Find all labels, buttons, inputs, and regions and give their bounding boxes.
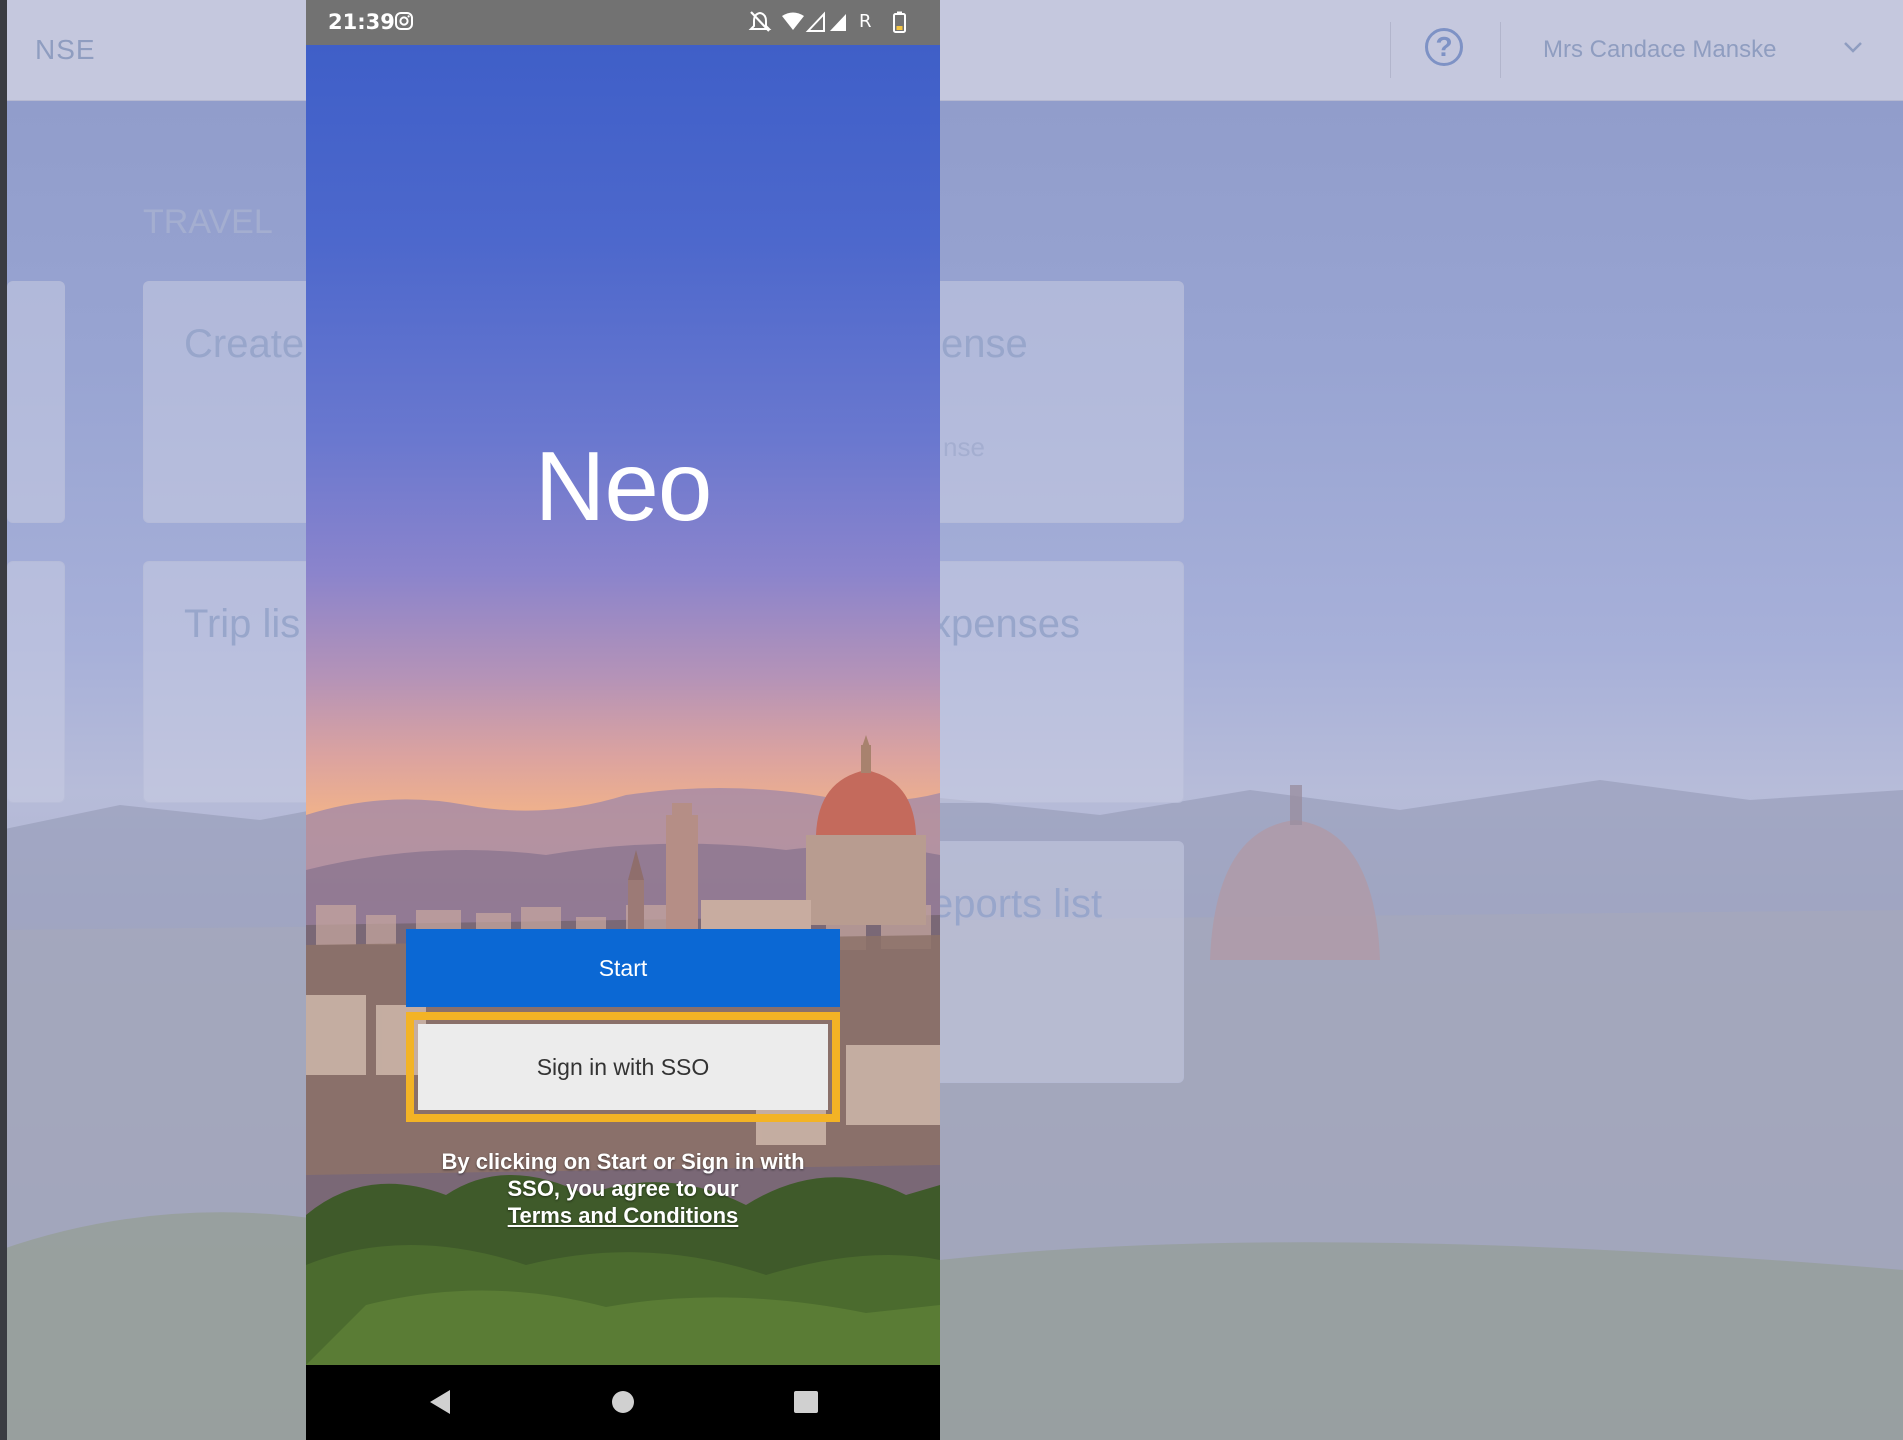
card-subtitle: nse [943,432,985,462]
user-name[interactable]: Mrs Candace Manske [1543,36,1776,64]
dashboard-card[interactable] [7,281,65,523]
start-button[interactable]: Start [406,929,840,1007]
card-title: ense [941,322,1028,366]
status-bar: 21:39 R [306,0,940,45]
status-icons [748,11,906,33]
start-button-label: Start [598,954,648,981]
app-title: Neo [534,431,713,541]
card-title: Create [184,322,305,366]
roaming-indicator: R [859,11,872,32]
section-title: TRAVEL [143,203,273,241]
window-edge [0,0,7,1440]
background-header: NSE ? Mrs Candace Manske [7,0,1903,101]
background-dashboard: NSE ? Mrs Candace Manske TRAVEL Create T… [0,0,1903,1440]
chevron-down-icon[interactable] [1843,40,1863,54]
instagram-icon [395,12,413,30]
card-title: xpenses [931,602,1080,646]
status-time: 21:39 [328,10,395,34]
terms-text: By clicking on Start or Sign in with SSO… [441,1149,805,1201]
recents-icon[interactable] [792,1387,820,1417]
terms-link[interactable]: Terms and Conditions [416,1202,830,1229]
wifi-icon [782,12,804,30]
terms-notice: By clicking on Start or Sign in with SSO… [416,1148,830,1229]
sso-button-label: Sign in with SSO [536,1053,710,1080]
header-divider [1500,22,1501,78]
signal-icon [805,11,846,32]
back-icon[interactable] [426,1387,454,1417]
card-title: Trip lis [184,602,301,646]
brand-text: NSE [35,34,96,65]
sign-in-sso-button[interactable]: Sign in with SSO [418,1024,828,1110]
navigation-bar [306,1365,940,1440]
card-title: eports list [931,882,1103,926]
help-icon[interactable]: ? [1425,28,1463,66]
mute-icon [748,11,772,32]
app-welcome-screen: Neo Start Sign in with SSO By clicking o… [306,45,940,1365]
dashboard-card[interactable] [7,561,65,803]
home-icon[interactable] [608,1387,638,1417]
phone-screen: 21:39 R Neo Start Sign in with SSO By cl… [306,0,940,1440]
header-divider [1390,22,1391,78]
battery-icon [893,11,906,33]
